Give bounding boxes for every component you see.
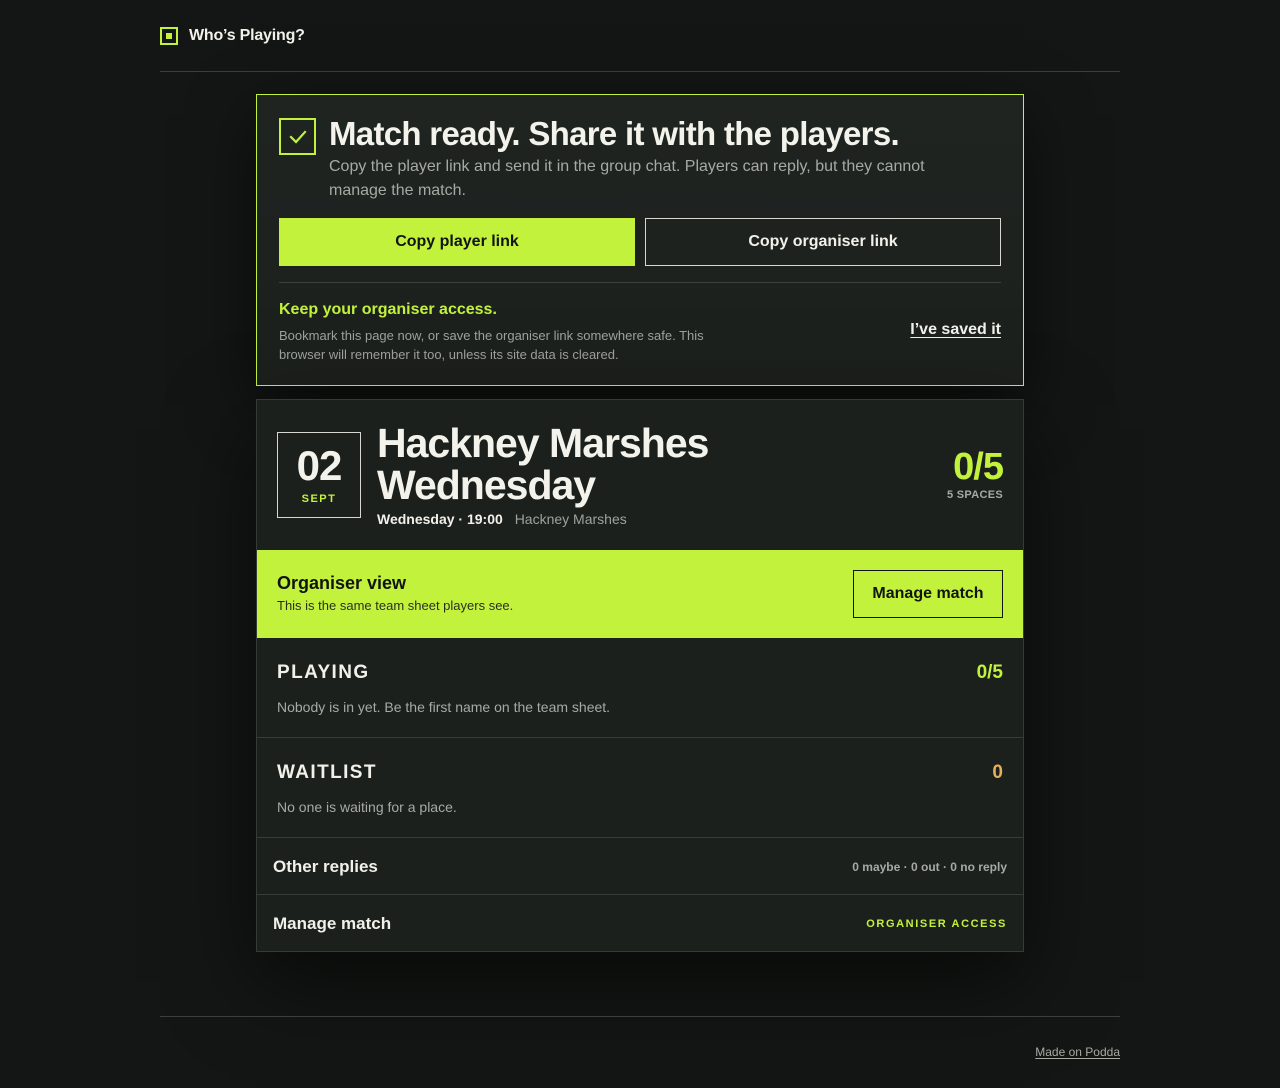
playing-title: PLAYING xyxy=(277,662,370,683)
share-match-card: Match ready. Share it with the players. … xyxy=(256,94,1024,386)
waitlist-title: WAITLIST xyxy=(277,762,377,783)
other-replies-summary: 0 maybe · 0 out · 0 no reply xyxy=(852,860,1007,874)
share-title: Match ready. Share it with the players. xyxy=(329,115,900,152)
other-replies-title: Other replies xyxy=(273,857,378,876)
organiser-banner: Organiser view This is the same team she… xyxy=(257,550,1023,638)
brand-name[interactable]: Who’s Playing? xyxy=(189,27,305,45)
playing-description: Nobody is in yet. Be the first name on t… xyxy=(277,699,611,715)
made-on-podda-link[interactable]: Made on Podda xyxy=(1035,1045,1120,1059)
saved-it-link[interactable]: I’ve saved it xyxy=(910,321,1001,339)
organiser-title: Organiser view xyxy=(277,573,407,593)
footer-divider xyxy=(160,1016,1120,1017)
spaces-count: 0/5 xyxy=(953,446,1004,488)
manage-match-title: Manage match xyxy=(273,914,392,933)
copy-organiser-link-button[interactable]: Copy organiser link xyxy=(645,218,1001,266)
other-replies-row[interactable]: Other replies 0 maybe · 0 out · 0 no rep… xyxy=(257,838,1023,895)
manage-match-button[interactable]: Manage match xyxy=(853,570,1003,618)
date-month: SEPT xyxy=(301,493,337,505)
match-location: Hackney Marshes xyxy=(514,511,627,527)
match-meta: Wednesday · 19:00 Hackney Marshes xyxy=(377,511,627,527)
check-icon xyxy=(279,118,316,155)
organiser-description: This is the same team sheet players see. xyxy=(277,598,514,613)
manage-match-row[interactable]: Manage match ORGANISER ACCESS xyxy=(257,895,1023,952)
divider xyxy=(279,282,1001,283)
keep-access-title: Keep your organiser access. xyxy=(279,301,497,318)
match-title: Hackney Marshes Wednesday xyxy=(377,420,709,508)
top-bar: Who’s Playing? xyxy=(160,0,1120,72)
playing-count: 0/5 xyxy=(976,662,1003,683)
playing-section: PLAYING 0/5 Nobody is in yet. Be the fir… xyxy=(257,638,1023,738)
copy-player-link-button[interactable]: Copy player link xyxy=(279,218,635,266)
spaces-label: 5 SPACES xyxy=(947,489,1003,501)
organiser-access-badge: ORGANISER ACCESS xyxy=(866,918,1007,930)
date-badge: 02 SEPT xyxy=(277,432,361,518)
date-day: 02 xyxy=(296,442,343,489)
waitlist-description: No one is waiting for a place. xyxy=(277,799,457,815)
waitlist-count: 0 xyxy=(992,762,1003,783)
waitlist-section: WAITLIST 0 No one is waiting for a place… xyxy=(257,738,1023,838)
match-time: Wednesday · 19:00 xyxy=(377,511,503,527)
match-card: 02 SEPT Hackney Marshes Wednesday Wednes… xyxy=(256,399,1024,952)
keep-access-description: Bookmark this page now, or save the orga… xyxy=(279,328,704,362)
share-description: Copy the player link and send it in the … xyxy=(329,158,925,199)
square-logo-icon xyxy=(160,26,178,45)
